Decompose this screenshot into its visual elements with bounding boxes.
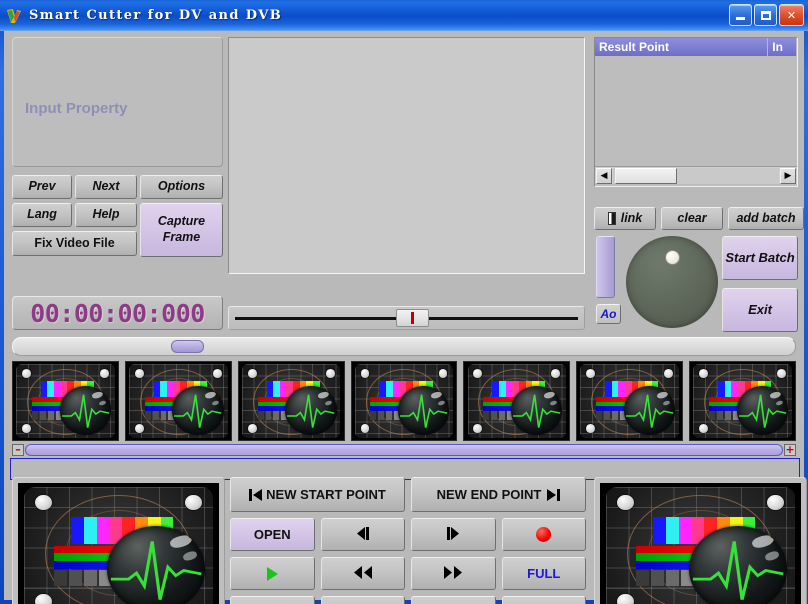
input-property-panel[interactable]: Input Property <box>12 37 223 167</box>
lang-button[interactable]: Lang <box>12 203 72 227</box>
thumbnail-item[interactable] <box>576 361 684 441</box>
thumbnail-item[interactable] <box>237 361 345 441</box>
new-end-point-button[interactable]: NEW END POINT <box>411 477 586 512</box>
window-title: Smart Cutter for DV and DVB <box>29 8 283 23</box>
clear-points-button[interactable]: clear <box>661 207 723 230</box>
zoom-out-icon[interactable]: – <box>12 443 24 456</box>
thumbnail-item[interactable] <box>350 361 458 441</box>
right-action-group: Start Batch Exit <box>722 236 798 340</box>
left-button-row-2: Lang Help Fix Video File Capture Frame <box>12 203 226 261</box>
result-list-header: Result Point In <box>595 38 797 56</box>
volume-slider[interactable] <box>596 236 615 298</box>
project-row: Clear Delete Load Proj Save Proj <box>230 596 586 604</box>
scroll-track[interactable] <box>613 167 779 184</box>
result-point-list[interactable]: Result Point In ◀ ▶ <box>594 37 798 187</box>
left-button-row-1: Prev Next Options <box>12 175 226 203</box>
app-logo-icon <box>5 7 23 25</box>
clear-button[interactable]: Clear <box>230 596 315 604</box>
filmstrip-scroll-thumb[interactable] <box>25 443 783 456</box>
start-batch-button[interactable]: Start Batch <box>722 236 798 280</box>
timecode-value: 00:00:00:000 <box>30 298 205 328</box>
link-checkbox-icon[interactable] <box>607 212 616 225</box>
fix-video-file-button[interactable]: Fix Video File <box>12 231 137 256</box>
jog-dial-knob[interactable] <box>665 250 680 265</box>
result-list-body[interactable] <box>595 56 797 166</box>
thumbnail-item[interactable] <box>463 361 571 441</box>
filmstrip-scrollbar[interactable]: – + <box>12 443 796 456</box>
link-button[interactable]: link <box>594 207 656 230</box>
step-backward-button[interactable] <box>320 518 405 551</box>
add-batch-button[interactable]: add batch <box>728 207 804 230</box>
transport-row-1: OPEN <box>230 518 586 551</box>
zoom-in-icon[interactable]: + <box>784 443 796 456</box>
transport-button-grid: NEW START POINT NEW END POINT OPEN FULL <box>230 477 586 604</box>
title-bar: Smart Cutter for DV and DVB ✕ <box>0 0 808 31</box>
help-button[interactable]: Help <box>75 203 137 227</box>
maximize-button[interactable] <box>754 4 777 26</box>
delete-button[interactable]: Delete <box>320 596 405 604</box>
thumbnail-item[interactable] <box>124 361 232 441</box>
audio-output-button[interactable]: Ao <box>596 304 621 324</box>
capture-frame-button[interactable]: Capture Frame <box>140 203 223 257</box>
seek-slider[interactable] <box>228 306 585 330</box>
filmstrip-slider-thumb[interactable] <box>171 340 204 353</box>
scroll-left-arrow-icon[interactable]: ◀ <box>596 167 612 184</box>
record-button[interactable] <box>501 518 586 551</box>
start-frame-preview[interactable] <box>12 477 225 604</box>
rewind-icon <box>352 565 374 582</box>
step-forward-button[interactable] <box>411 518 496 551</box>
full-screen-button[interactable]: FULL <box>501 557 586 590</box>
transport-row-2: FULL <box>230 557 586 590</box>
record-icon <box>536 527 552 542</box>
scroll-thumb[interactable] <box>615 167 677 184</box>
rewind-button[interactable] <box>320 557 405 590</box>
column-header-in[interactable]: In <box>768 38 797 56</box>
window-controls: ✕ <box>729 4 804 26</box>
client-area: Input Property Prev Next Options Lang He… <box>4 31 807 604</box>
fast-forward-icon <box>442 565 464 582</box>
exit-button[interactable]: Exit <box>722 288 798 332</box>
end-frame-preview[interactable] <box>594 477 807 604</box>
mark-in-icon <box>249 488 263 501</box>
prev-button[interactable]: Prev <box>12 175 72 199</box>
minimize-button[interactable] <box>729 4 752 26</box>
filmstrip <box>12 361 797 441</box>
filmstrip-position-slider[interactable] <box>12 337 796 356</box>
application-window: Smart Cutter for DV and DVB ✕ Input Prop… <box>0 0 808 604</box>
point-button-row: NEW START POINT NEW END POINT <box>230 477 586 512</box>
thumbnail-item[interactable] <box>689 361 797 441</box>
options-button[interactable]: Options <box>140 175 223 199</box>
fast-forward-button[interactable] <box>411 557 496 590</box>
timecode-display: 00:00:00:000 <box>12 296 223 330</box>
step-backward-icon <box>354 526 372 543</box>
load-project-button[interactable]: Load Proj <box>411 596 496 604</box>
new-start-point-button[interactable]: NEW START POINT <box>230 477 405 512</box>
input-property-placeholder: Input Property <box>25 100 128 117</box>
step-forward-icon <box>444 526 462 543</box>
left-button-group: Prev Next Options Lang Help Fix Video Fi… <box>12 175 226 261</box>
play-icon <box>266 566 278 581</box>
result-list-hscrollbar[interactable]: ◀ ▶ <box>595 166 797 184</box>
column-header-result-point[interactable]: Result Point <box>595 38 769 56</box>
mark-out-icon <box>546 488 561 501</box>
thumbnail-item[interactable] <box>12 361 119 441</box>
jog-dial[interactable] <box>626 236 718 328</box>
result-button-group: link clear add batch <box>594 207 804 230</box>
save-project-button[interactable]: Save Proj <box>501 596 586 604</box>
play-button[interactable] <box>230 557 315 590</box>
main-preview-area[interactable] <box>228 37 585 274</box>
close-button[interactable]: ✕ <box>779 4 804 26</box>
seek-thumb[interactable] <box>395 309 429 327</box>
next-button[interactable]: Next <box>75 175 137 199</box>
open-button[interactable]: OPEN <box>230 518 315 551</box>
scroll-right-arrow-icon[interactable]: ▶ <box>780 167 796 184</box>
